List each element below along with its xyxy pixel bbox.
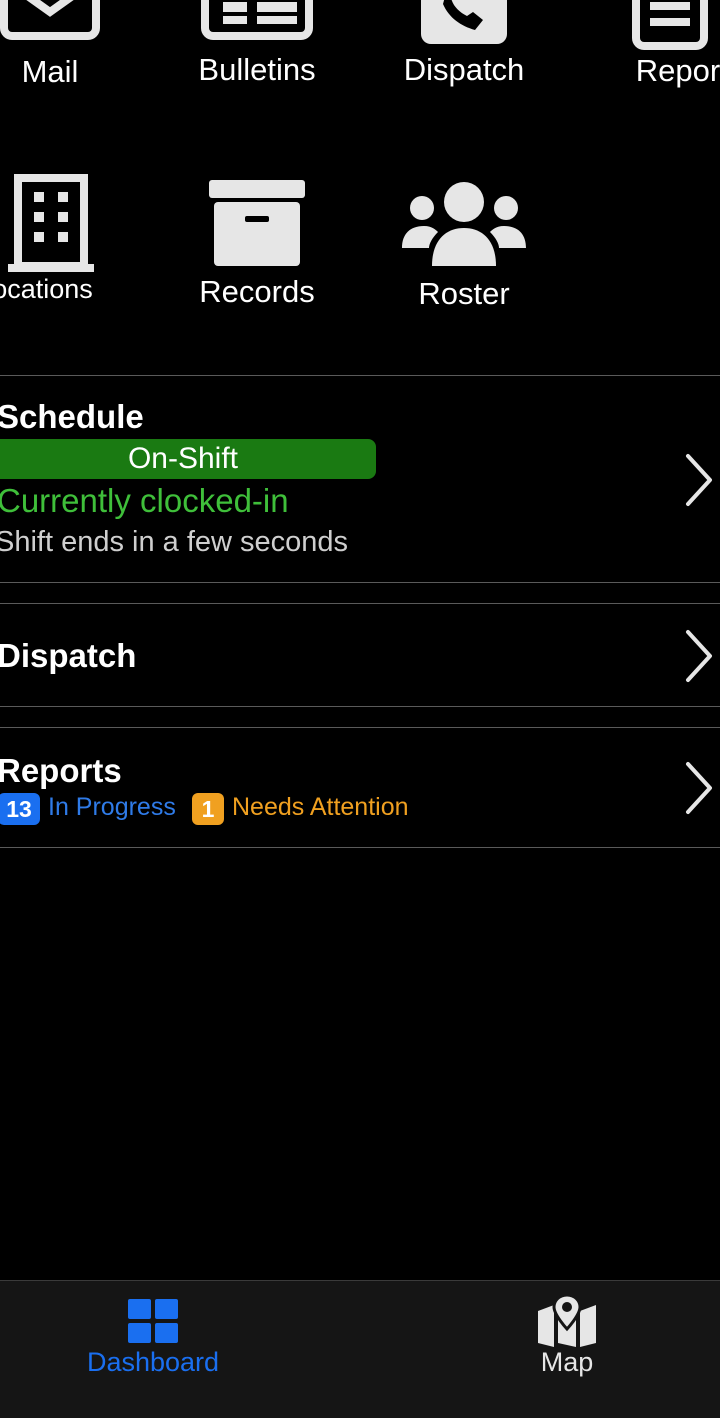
grid-icon (128, 1299, 178, 1348)
divider (0, 847, 720, 848)
archive-box-icon (177, 170, 337, 280)
shift-ends-text: Shift ends in a few seconds (0, 526, 349, 558)
needs-attention-count-badge: 1 (192, 793, 224, 825)
tile-records-label: Records (199, 274, 315, 309)
tile-reports-label: Reports (635, 53, 720, 88)
tab-map-label: Map (540, 1347, 594, 1377)
divider (0, 582, 720, 583)
clock-status: Currently clocked-in (0, 482, 289, 519)
tile-dispatch-label: Dispatch (403, 52, 525, 87)
chevron-right-icon (686, 762, 712, 814)
dashboard-screen: Mail Bulletins Dispatch Repor cations Re… (0, 0, 720, 1418)
building-icon (0, 170, 130, 280)
needs-attention-label: Needs Attention (232, 793, 409, 821)
chevron-right-icon (686, 630, 712, 682)
tile-mail[interactable]: Mail (0, 0, 130, 110)
tile-reports[interactable]: Reports (590, 0, 720, 110)
users-icon (384, 170, 544, 280)
tile-records[interactable]: Records (177, 170, 337, 320)
map-pin-icon (538, 1293, 596, 1352)
tile-bulletins[interactable]: Bulletins (177, 0, 337, 110)
tile-locations-label: Locations (0, 274, 93, 304)
tab-map[interactable]: Map (417, 1281, 717, 1391)
in-progress-count-badge: 13 (0, 793, 40, 825)
tab-dashboard[interactable]: Dashboard (3, 1281, 303, 1391)
in-progress-label: In Progress (48, 793, 176, 821)
reports-title: Reports (0, 752, 122, 789)
divider (0, 706, 720, 707)
dispatch-title: Dispatch (0, 637, 137, 674)
tile-roster[interactable]: Roster (384, 170, 544, 320)
tile-bulletins-label: Bulletins (198, 52, 316, 87)
schedule-title: Schedule (0, 398, 144, 435)
tile-dispatch[interactable]: Dispatch (384, 0, 544, 110)
on-shift-badge: On-Shift (0, 439, 376, 479)
tab-bar: Dashboard Map (0, 1280, 720, 1418)
tile-roster-label: Roster (418, 276, 510, 311)
chevron-right-icon (686, 454, 712, 506)
tab-dashboard-label: Dashboard (86, 1347, 220, 1377)
tile-locations[interactable]: Locations (0, 170, 130, 320)
